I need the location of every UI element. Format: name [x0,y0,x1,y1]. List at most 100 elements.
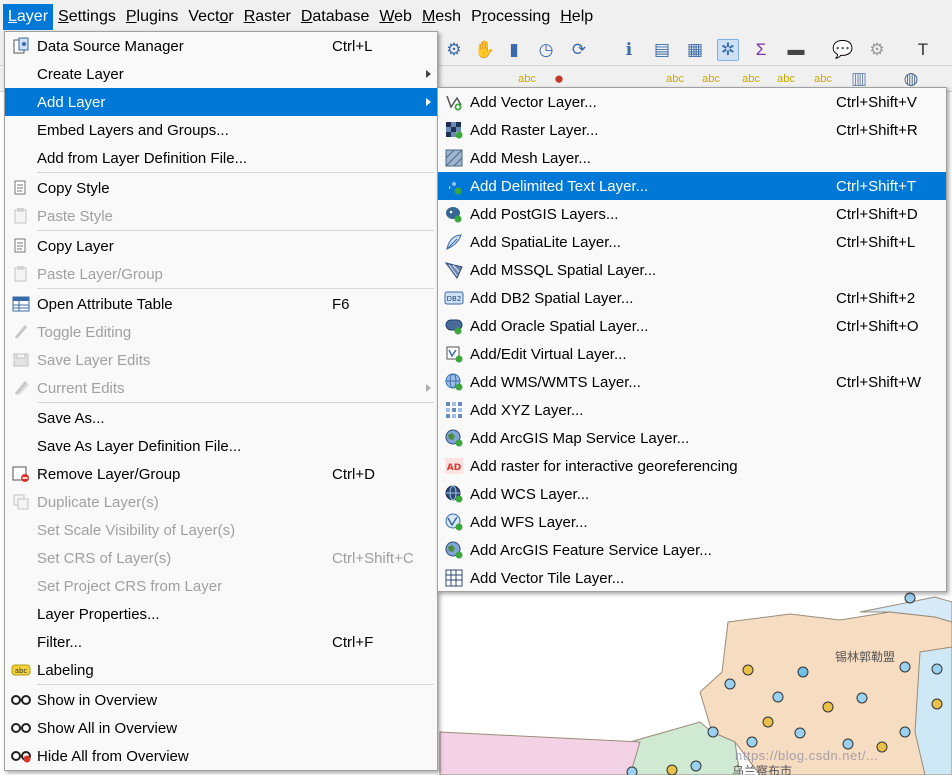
menu-item-save-layer-edits[interactable]: Save Layer Edits [5,346,437,374]
menu-item-add-raster-georeferencing[interactable]: AD Add raster for interactive georeferen… [438,452,946,480]
menu-item-copy-style[interactable]: Copy Style [5,174,437,202]
menu-item-label: Toggle Editing [37,323,132,341]
svg-text:abc: abc [15,667,28,675]
field-calculator-icon[interactable]: ▦ [684,39,706,61]
map-point[interactable] [742,664,754,676]
menu-item-set-scale-visibility[interactable]: Set Scale Visibility of Layer(s) [5,516,437,544]
menu-item-duplicate-layer[interactable]: Duplicate Layer(s) [5,488,437,516]
menu-item-add-wfs-layer[interactable]: Add WFS Layer... [438,508,946,536]
menu-item-show-in-overview[interactable]: Show in Overview [5,686,437,714]
menu-item-add-db2-layer[interactable]: DB2 Add DB2 Spatial Layer... Ctrl+Shift+… [438,284,946,312]
menu-item-labeling[interactable]: abc Labeling [5,656,437,684]
map-point[interactable] [856,692,868,704]
menu-item-open-attribute-table[interactable]: Open Attribute Table F6 [5,290,437,318]
map-point[interactable] [762,716,774,728]
wfs-icon [443,512,465,532]
measure-icon[interactable]: ▬ [785,39,807,61]
menu-item-add-from-definition[interactable]: Add from Layer Definition File... [5,144,437,172]
attribute-table-toolbar-icon[interactable]: ▤ [651,39,673,61]
menu-item-remove-layer[interactable]: Remove Layer/Group Ctrl+D [5,460,437,488]
menu-item-show-all-in-overview[interactable]: Show All in Overview [5,714,437,742]
menu-item-icon-placeholder [10,120,32,140]
menu-item-set-crs[interactable]: Set CRS of Layer(s) Ctrl+Shift+C [5,544,437,572]
map-point[interactable] [707,726,719,738]
menu-item-add-vector-tile-layer[interactable]: Add Vector Tile Layer... [438,564,946,592]
menu-item-filter[interactable]: Filter... Ctrl+F [5,628,437,656]
refresh-icon[interactable]: ⟳ [568,39,590,61]
menu-item-copy-layer[interactable]: Copy Layer [5,232,437,260]
menu-mesh-label: Mesh [421,8,462,25]
menu-item-set-project-crs[interactable]: Set Project CRS from Layer [5,572,437,600]
menu-item-save-as-definition[interactable]: Save As Layer Definition File... [5,432,437,460]
pan-to-selection-icon[interactable]: ✋ [474,39,496,61]
clock-icon[interactable]: ◷ [535,39,557,61]
statistics-icon[interactable]: Σ [750,39,772,61]
menu-mnemonic: r [481,8,488,25]
menu-item-shortcut: F6 [332,295,350,313]
map-point[interactable] [746,736,758,748]
menu-item-add-xyz-layer[interactable]: Add XYZ Layer... [438,396,946,424]
identify-icon[interactable]: ⚙ [443,39,465,61]
menu-item-label: Hide All from Overview [37,747,189,765]
map-point[interactable] [899,661,911,673]
map-point[interactable] [931,698,943,710]
identify-features-icon[interactable]: ℹ [618,39,640,61]
menu-item-add-oracle-layer[interactable]: Add Oracle Spatial Layer... Ctrl+Shift+O [438,312,946,340]
georeferencing-icon: AD [443,456,465,476]
duplicate-layer-icon [10,492,32,512]
menu-item-add-postgis-layers[interactable]: Add PostGIS Layers... Ctrl+Shift+D [438,200,946,228]
menu-item-current-edits[interactable]: Current Edits [5,374,437,402]
map-point[interactable] [931,663,943,675]
menu-item-embed-layers[interactable]: Embed Layers and Groups... [5,116,437,144]
map-point[interactable] [772,691,784,703]
menu-item-paste-layer[interactable]: Paste Layer/Group [5,260,437,288]
menu-item-hide-all-from-overview[interactable]: Hide All from Overview [5,742,437,770]
annotation-icon[interactable]: 💬 [832,39,854,61]
menu-plugins[interactable]: Plugins [121,4,183,30]
map-point[interactable] [666,764,678,775]
menu-layer[interactable]: Layer [3,4,54,30]
menu-database[interactable]: Database [296,4,375,30]
menu-item-add-arcgis-feature-service[interactable]: Add ArcGIS Feature Service Layer... [438,536,946,564]
processing-toolbox-icon[interactable]: ✲ [717,39,739,61]
menu-processing[interactable]: Processing [466,4,555,30]
bookmark-icon[interactable]: ▮ [503,39,525,61]
map-point[interactable] [794,727,806,739]
menu-item-add-mesh-layer[interactable]: Add Mesh Layer... [438,144,946,172]
menu-item-save-as[interactable]: Save As... [5,404,437,432]
menu-item-add-delimited-text-layer[interactable]: , Add Delimited Text Layer... Ctrl+Shift… [438,172,946,200]
map-point[interactable] [822,701,834,713]
menu-item-add-wcs-layer[interactable]: Add WCS Layer... [438,480,946,508]
menu-item-layer-properties[interactable]: Layer Properties... [5,600,437,628]
menu-item-paste-style[interactable]: Paste Style [5,202,437,230]
map-point[interactable] [876,741,888,753]
menu-item-label: Current Edits [37,379,125,397]
map-point[interactable] [904,592,916,604]
map-point[interactable] [724,678,736,690]
menu-item-add-layer[interactable]: Add Layer [5,88,437,116]
text-annotation-icon[interactable]: T [912,39,934,61]
map-point[interactable] [797,666,809,678]
settings-gear-icon[interactable]: ⚙ [866,39,888,61]
menu-raster[interactable]: Raster [239,4,296,30]
menu-item-add-mssql-layer[interactable]: Add MSSQL Spatial Layer... [438,256,946,284]
menu-mesh[interactable]: Mesh [417,4,466,30]
submenu-arrow-icon [426,98,431,106]
menu-item-add-vector-layer[interactable]: Add Vector Layer... Ctrl+Shift+V [438,88,946,116]
menu-item-toggle-editing[interactable]: Toggle Editing [5,318,437,346]
menu-web[interactable]: Web [374,4,417,30]
menu-item-add-arcgis-map-service[interactable]: Add ArcGIS Map Service Layer... [438,424,946,452]
map-point[interactable] [690,760,702,772]
menu-item-create-layer[interactable]: Create Layer [5,60,437,88]
menu-item-add-wms-layer[interactable]: Add WMS/WMTS Layer... Ctrl+Shift+W [438,368,946,396]
menu-item-add-raster-layer[interactable]: Add Raster Layer... Ctrl+Shift+R [438,116,946,144]
save-edits-icon [10,350,32,370]
menu-item-add-virtual-layer[interactable]: Add/Edit Virtual Layer... [438,340,946,368]
map-point[interactable] [899,726,911,738]
menu-item-add-spatialite-layer[interactable]: Add SpatiaLite Layer... Ctrl+Shift+L [438,228,946,256]
menu-item-data-source-manager[interactable]: Data Source Manager Ctrl+L [5,32,437,60]
menu-help[interactable]: Help [555,4,598,30]
map-point[interactable] [626,766,638,775]
menu-settings[interactable]: Settings [53,4,121,30]
menu-vector[interactable]: Vector [183,4,238,30]
